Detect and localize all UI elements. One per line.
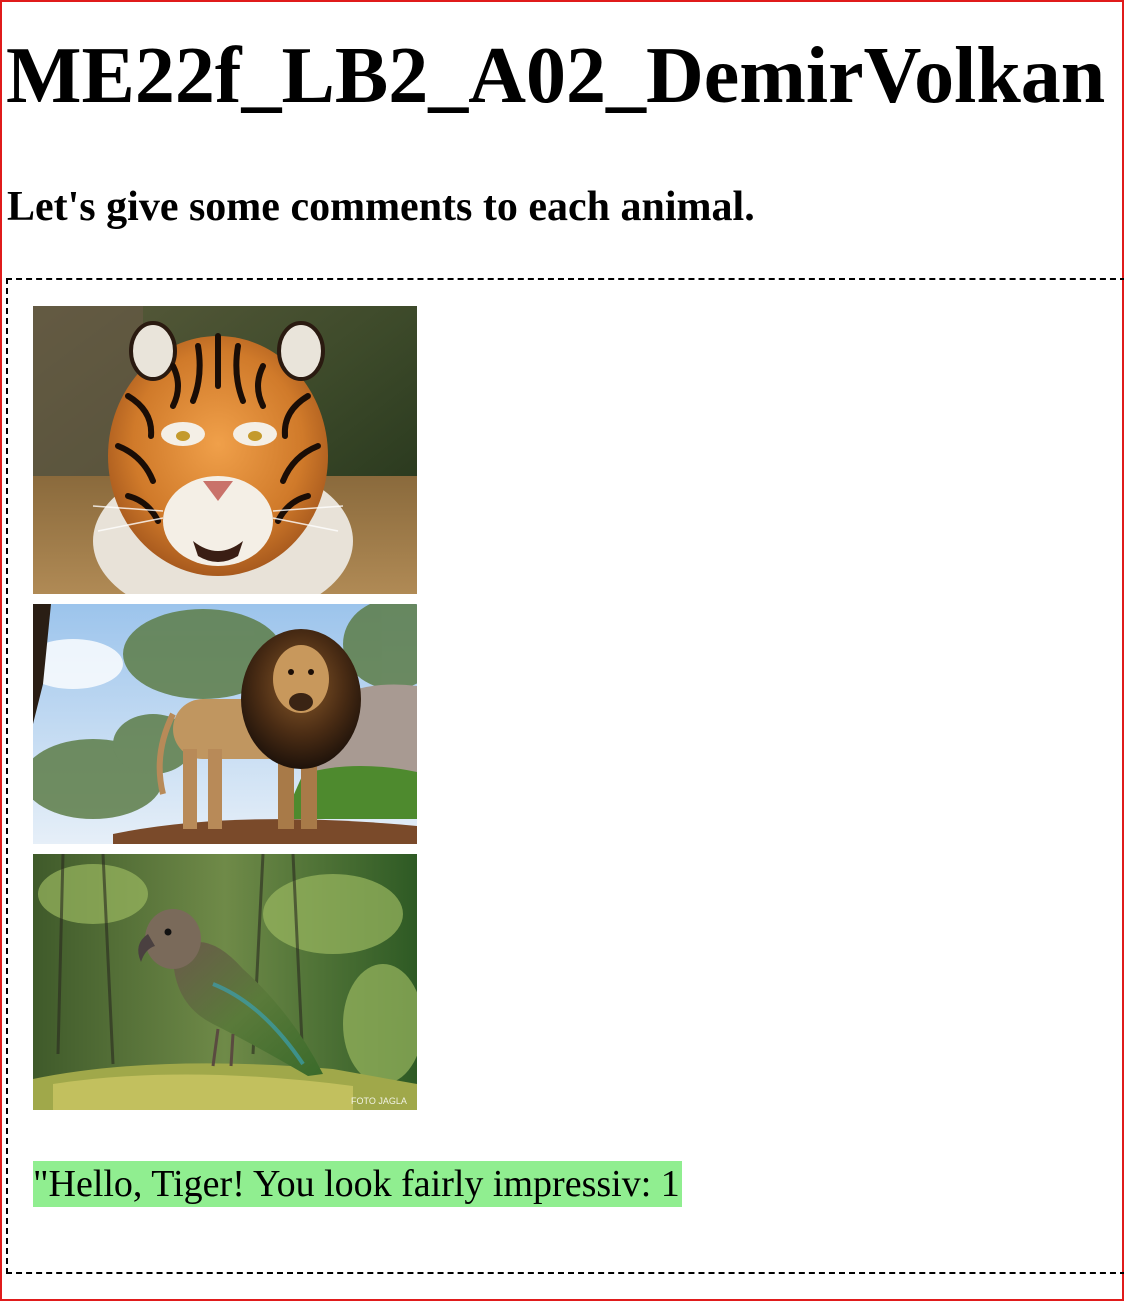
page-title: ME22f_LB2_A02_DemirVolkan bbox=[6, 32, 1106, 120]
kea-watermark: FOTO JAGLA bbox=[351, 1096, 407, 1106]
tiger-image[interactable] bbox=[33, 306, 417, 594]
page-subtitle: Let's give some comments to each animal. bbox=[7, 184, 755, 230]
animal-container: FOTO JAGLA "Hello, Tiger! You look fairl… bbox=[6, 278, 1124, 1274]
lion-image[interactable] bbox=[33, 604, 417, 844]
animal-comment: "Hello, Tiger! You look fairly impressiv… bbox=[33, 1161, 682, 1207]
kea-image[interactable]: FOTO JAGLA bbox=[33, 854, 417, 1110]
